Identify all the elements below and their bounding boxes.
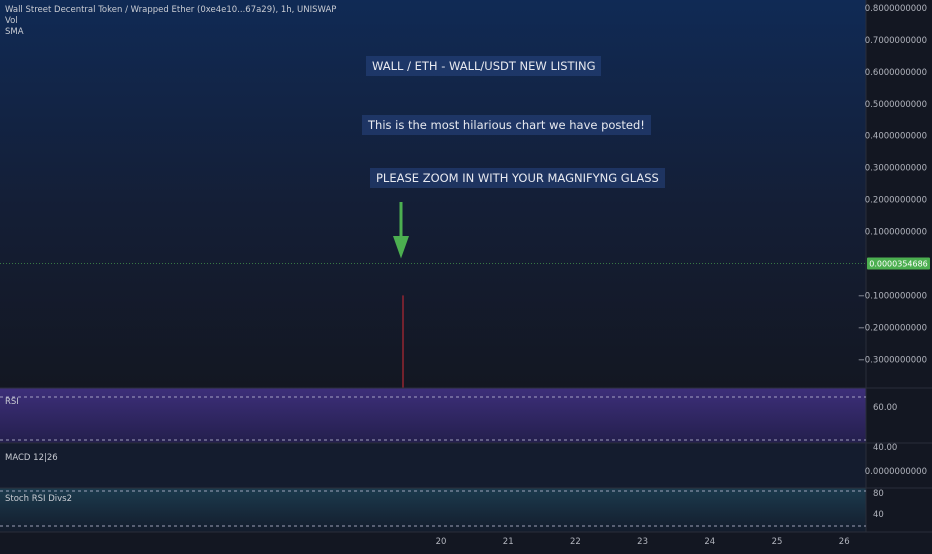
rsi-tick-label-0: 60.00	[873, 403, 897, 413]
price-tick-label-2: 0.6000000000	[865, 68, 927, 78]
vol-indicator-label[interactable]: Vol	[5, 16, 336, 27]
stoch-pane-label[interactable]: Stoch RSI Divs2	[5, 494, 72, 504]
price-tick-label-3: 0.5000000000	[865, 100, 927, 110]
annotation-comment[interactable]: This is the most hilarious chart we have…	[362, 115, 651, 135]
sma-indicator-label[interactable]: SMA	[5, 27, 336, 38]
annotation-instruction[interactable]: PLEASE ZOOM IN WITH YOUR MAGNIFYNG GLASS	[370, 168, 665, 188]
annotation-headline[interactable]: WALL / ETH - WALL/USDT NEW LISTING	[366, 56, 602, 76]
time-tick-label-5: 25	[772, 537, 783, 547]
time-tick-label-6: 26	[839, 537, 850, 547]
price-tick-label-0: 0.8000000000	[865, 4, 927, 14]
price-tick-label-1: 0.7000000000	[865, 36, 927, 46]
macd-tick-label-0: 0.0000000000	[865, 467, 927, 477]
price-tick-label-9: −0.2000000000	[858, 323, 927, 333]
rsi-tick-label-1: 40.00	[873, 443, 897, 453]
time-tick-label-4: 24	[704, 537, 715, 547]
chart-legend: Wall Street Decentral Token / Wrapped Et…	[5, 5, 336, 38]
stoch-tick-label-1: 40	[873, 510, 884, 520]
rsi-pane-bg	[0, 388, 866, 443]
price-tick-label-8: −0.1000000000	[858, 291, 927, 301]
time-tick-label-2: 22	[570, 537, 581, 547]
rsi-pane-label[interactable]: RSI	[5, 397, 19, 407]
time-tick-label-3: 23	[637, 537, 648, 547]
last-price-label: 0.0000354686	[869, 259, 928, 268]
chart-canvas[interactable]: 0.8000000000 0.7000000000 0.6000000000 0.50…	[0, 0, 932, 550]
symbol-title[interactable]: Wall Street Decentral Token / Wrapped Et…	[5, 5, 336, 16]
time-tick-label-0: 20	[436, 537, 447, 547]
price-tick-label-7: 0.1000000000	[865, 228, 927, 238]
macd-pane-label[interactable]: MACD 12|26	[5, 453, 58, 463]
price-tick-label-10: −0.3000000000	[858, 355, 927, 365]
price-tick-label-4: 0.4000000000	[865, 132, 927, 142]
stoch-tick-label-0: 80	[873, 489, 884, 499]
price-tick-label-5: 0.3000000000	[865, 164, 927, 174]
stoch-pane-bg	[0, 488, 866, 532]
price-tick-label-6: 0.2000000000	[865, 196, 927, 206]
macd-pane-bg	[0, 443, 866, 488]
time-tick-label-1: 21	[503, 537, 514, 547]
chart-root: 0.8000000000 0.7000000000 0.6000000000 0.50…	[0, 0, 932, 550]
